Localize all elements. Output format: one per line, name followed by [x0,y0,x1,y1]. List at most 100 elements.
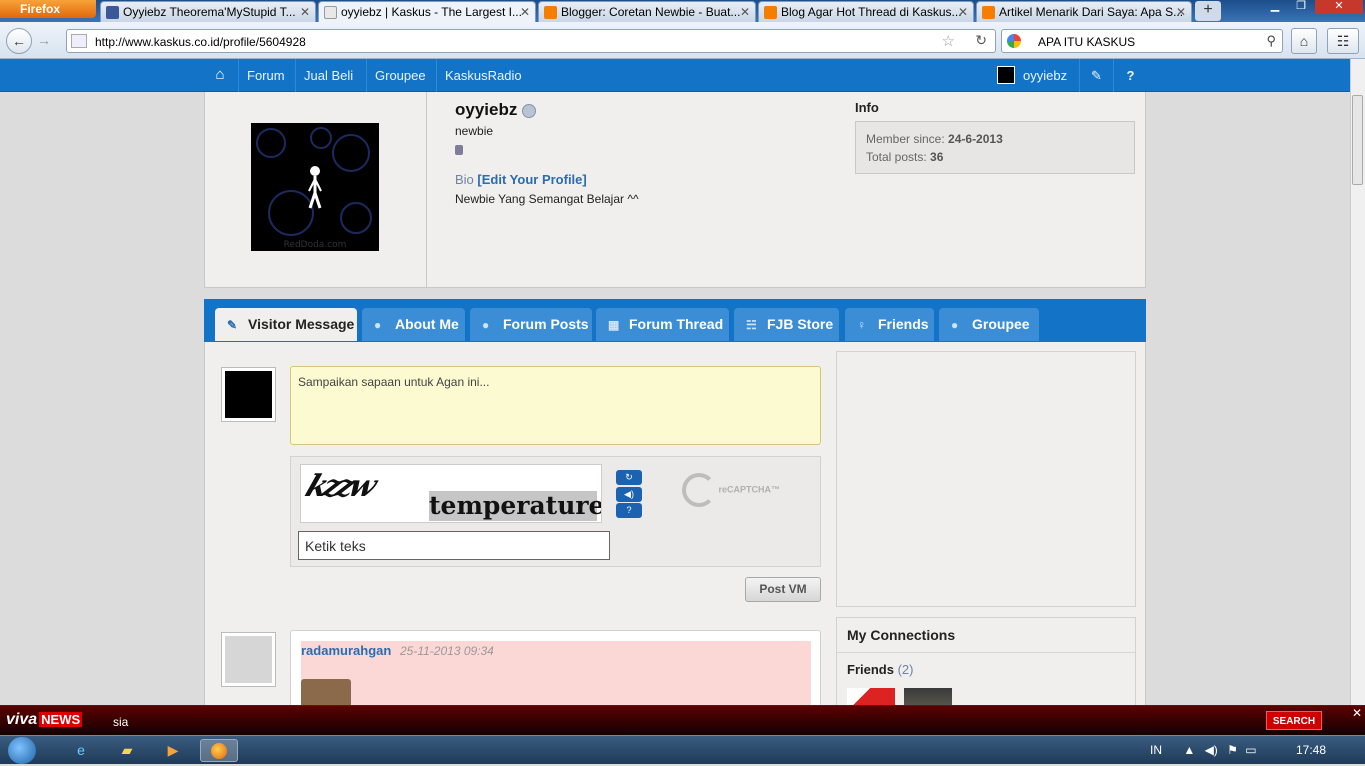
close-icon[interactable]: ✕ [1352,706,1365,721]
visitor-message-panel: Sampaikan sapaan untuk Agan ini... kzzw … [204,342,1146,705]
message-username[interactable]: radamurahgan [301,643,391,658]
visitor-message-input[interactable]: Sampaikan sapaan untuk Agan ini... [290,366,821,445]
edit-profile-link[interactable]: [Edit Your Profile] [477,172,586,187]
url-bar[interactable]: http://www.kaskus.co.id/profile/5604928 … [66,29,996,53]
tab-title: Blogger: Coretan Newbie - Buat... [561,5,741,19]
site-identity-icon[interactable] [71,34,87,48]
google-icon[interactable] [1007,34,1021,48]
calendar-icon: ▦ [608,318,620,332]
commenter-avatar[interactable] [221,632,276,687]
captcha-help-icon[interactable]: ? [616,503,642,518]
profile-username: oyyiebz [455,100,537,120]
captcha-box: kzzw temperature ↻ ◀) ? reCAPTCHA™ Ketik… [290,456,821,567]
search-icon[interactable]: ⚲ [1266,33,1276,49]
start-button[interactable] [8,737,36,764]
bio-text: Newbie Yang Semangat Belajar ^^ [455,192,639,206]
flag-icon[interactable]: ⚑ [1227,743,1238,757]
forward-icon[interactable]: → [34,28,54,54]
reload-icon[interactable]: ↻ [975,32,987,49]
visitor-message-item: radamurahgan 25-11-2013 09:34 [290,630,821,705]
browser-tab-active[interactable]: oyyiebz | Kaskus - The Largest I... ✕ [318,1,536,22]
connections-title: My Connections [847,627,956,643]
blogger-icon [982,6,995,19]
tab-title: oyyiebz | Kaskus - The Largest I... [341,5,522,19]
bio-heading: Bio [Edit Your Profile] [455,172,587,187]
person-icon: ♀ [857,318,866,332]
friend-avatar[interactable] [904,688,952,705]
group-icon: ● [951,318,959,332]
close-tab-icon[interactable]: ✕ [300,2,310,22]
tab-visitor-message[interactable]: ✎ Visitor Message [215,308,357,341]
back-icon[interactable]: ← [6,28,32,54]
friend-avatar[interactable] [847,688,895,705]
clock[interactable]: 17:48 [1296,743,1326,757]
help-icon[interactable]: ? [1113,59,1147,92]
captcha-refresh-icon[interactable]: ↻ [616,470,642,485]
nav-jual-beli[interactable]: Jual Beli [295,59,361,92]
facebook-icon [106,6,119,19]
tab-title: Artikel Menarik Dari Saya: Apa S... [999,5,1184,19]
tab-about-me[interactable]: ● About Me [362,308,465,341]
tab-groupee[interactable]: ● Groupee [939,308,1039,341]
firefox-menu-button[interactable]: Firefox [0,0,96,18]
tab-forum-posts[interactable]: ● Forum Posts [470,308,592,341]
tab-fjb-store[interactable]: ☵ FJB Store [734,308,839,341]
close-tab-icon[interactable]: ✕ [958,2,968,22]
captcha-input[interactable]: Ketik teks [298,531,610,560]
browser-tab[interactable]: Blogger: Coretan Newbie - Buat... ✕ [538,1,756,22]
sidebar-panel [836,351,1136,607]
avatar-column: RedDoda.com [205,92,427,288]
post-vm-button[interactable]: Post VM [745,577,821,602]
minimize-icon[interactable]: ▁ [1263,0,1287,14]
restore-icon[interactable]: ❐ [1289,0,1313,14]
search-input[interactable]: APA ITU KASKUS [1038,35,1135,49]
close-tab-icon[interactable]: ✕ [740,2,750,22]
tab-forum-thread[interactable]: ▦ Forum Thread [596,308,729,341]
captcha-audio-icon[interactable]: ◀) [616,487,642,502]
profile-rank: newbie [455,124,494,138]
friends-label[interactable]: Friends (2) [847,662,913,677]
news-ticker[interactable]: sia [113,715,128,729]
reputation-bar-icon [455,145,463,155]
bookmarks-menu-icon[interactable]: ☷ [1327,28,1359,54]
scrollbar-thumb[interactable] [1352,95,1363,185]
browser-tab[interactable]: Artikel Menarik Dari Saya: Apa S... ✕ [976,1,1192,22]
bookmark-star-icon[interactable]: ☆ [942,32,955,50]
nav-forum[interactable]: Forum [238,59,293,92]
nav-kaskusradio[interactable]: KaskusRadio [436,59,530,92]
nav-groupee[interactable]: Groupee [366,59,434,92]
edit-pencil-icon[interactable]: ✎ [1079,59,1113,92]
blogger-icon [544,6,557,19]
volume-icon[interactable]: ◀) [1205,743,1218,757]
tab-title: Oyyiebz Theorema'MyStupid T... [123,5,296,19]
search-bar[interactable]: APA ITU KASKUS ⚲ [1001,29,1283,53]
profile-header: RedDoda.com oyyiebz newbie Bio [Edit You… [204,92,1146,288]
viva-logo: viva NEWS [6,711,83,728]
cart-icon: ☵ [746,318,757,332]
nav-username[interactable]: oyyiebz [1015,59,1075,92]
home-icon[interactable]: ⌂ [1291,28,1317,54]
new-tab-button[interactable]: + [1195,1,1221,21]
kaskus-favicon-icon [324,6,337,19]
info-heading: Info [855,100,879,115]
internet-explorer-icon[interactable]: e [62,739,100,762]
viva-news-bar: viva NEWS sia SEARCH ✕ [0,705,1365,735]
close-tab-icon[interactable]: ✕ [1176,2,1186,22]
home-icon[interactable]: ⌂ [208,59,232,92]
firefox-taskbar-icon[interactable] [200,739,238,762]
close-tab-icon[interactable]: ✕ [520,2,530,22]
browser-tab[interactable]: Oyyiebz Theorema'MyStupid T... ✕ [100,1,316,22]
viva-search-button[interactable]: SEARCH [1266,711,1322,730]
network-icon[interactable]: ▭ [1245,743,1256,757]
url-text[interactable]: http://www.kaskus.co.id/profile/5604928 [95,35,306,49]
close-window-icon[interactable]: ✕ [1315,0,1363,14]
media-player-icon[interactable]: ▶ [154,739,192,762]
language-indicator[interactable]: IN [1150,743,1162,757]
tab-friends[interactable]: ♀ Friends [845,308,934,341]
browser-tab[interactable]: Blog Agar Hot Thread di Kaskus... ✕ [758,1,974,22]
folder-icon[interactable]: ▰ [108,739,146,762]
show-hidden-icons-icon[interactable]: ▲ [1183,743,1195,757]
svg-text:RedDoda.com: RedDoda.com [284,240,347,250]
user-avatar[interactable] [997,66,1015,84]
info-box: Member since: 24-6-2013 Total posts: 36 [855,121,1135,174]
